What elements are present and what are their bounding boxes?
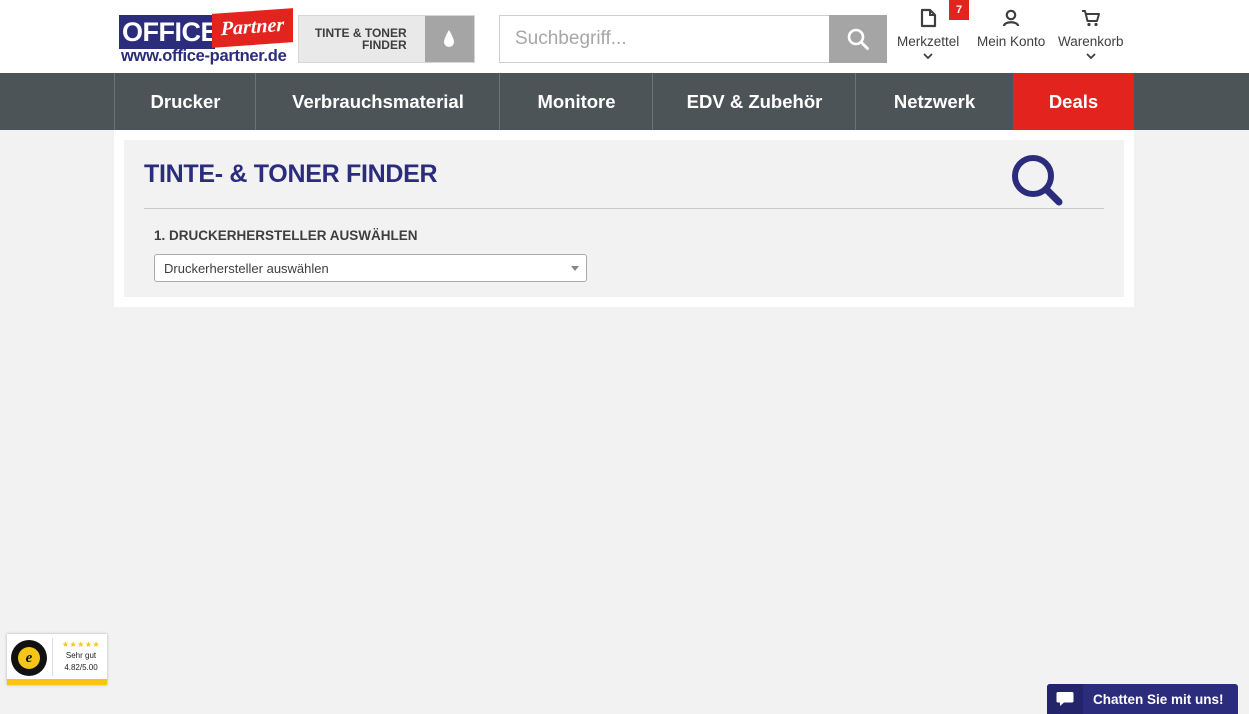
manufacturer-select-value: Druckerhersteller auswählen bbox=[164, 261, 329, 276]
chat-bubble-icon bbox=[1047, 684, 1083, 714]
main-navigation: Drucker Verbrauchsmaterial Monitore EDV … bbox=[0, 73, 1249, 130]
rating-text: Sehr gut bbox=[65, 651, 97, 660]
search-bar bbox=[499, 15, 887, 63]
badge-divider bbox=[52, 638, 53, 676]
cart-link[interactable]: Warenkorb bbox=[1058, 8, 1124, 61]
title-divider bbox=[144, 208, 1104, 209]
search-icon bbox=[1012, 155, 1063, 206]
finder-button-line2: FINDER bbox=[361, 38, 407, 52]
toner-finder-panel: TINTE- & TONER FINDER 1. DRUCKERHERSTELL… bbox=[124, 140, 1124, 297]
cart-label: Warenkorb bbox=[1058, 34, 1124, 49]
badge-accent-bar bbox=[7, 679, 107, 685]
ink-toner-finder-button[interactable]: TINTE & TONER FINDER bbox=[298, 15, 475, 63]
trusted-shops-badge[interactable]: e ★★★★★ Sehr gut 4.82/5.00 bbox=[7, 634, 107, 685]
nav-item-deals[interactable]: Deals bbox=[1013, 73, 1134, 130]
nav-item-edv-zubehoer[interactable]: EDV & Zubehör bbox=[652, 73, 856, 130]
logo-url-text: www.office-partner.de bbox=[121, 47, 287, 65]
chevron-down-icon bbox=[923, 53, 933, 60]
account-label: Mein Konto bbox=[977, 34, 1046, 49]
page-title: TINTE- & TONER FINDER bbox=[144, 160, 438, 188]
user-icon bbox=[1003, 9, 1020, 27]
ink-drop-icon bbox=[424, 16, 474, 62]
account-link[interactable]: Mein Konto bbox=[977, 8, 1045, 49]
nav-item-drucker[interactable]: Drucker bbox=[114, 73, 256, 130]
site-logo[interactable]: OFFICE Partner www.office-partner.de bbox=[119, 8, 293, 67]
trusted-shops-seal-icon: e bbox=[11, 640, 47, 676]
wishlist-label: Merkzettel bbox=[897, 34, 960, 49]
chevron-down-icon bbox=[1086, 53, 1096, 60]
chat-button[interactable]: Chatten Sie mit uns! bbox=[1047, 684, 1238, 714]
logo-partner-text: Partner bbox=[212, 8, 293, 48]
nav-item-verbrauchsmaterial[interactable]: Verbrauchsmaterial bbox=[255, 73, 500, 130]
logo-office-text: OFFICE bbox=[119, 15, 219, 49]
main-content: TINTE- & TONER FINDER 1. DRUCKERHERSTELL… bbox=[114, 130, 1134, 307]
wishlist-count-badge: 7 bbox=[949, 0, 969, 20]
step1-label: 1. DRUCKERHERSTELLER AUSWÄHLEN bbox=[154, 228, 418, 243]
document-icon bbox=[921, 8, 937, 28]
search-input[interactable] bbox=[499, 15, 829, 63]
search-icon bbox=[847, 28, 869, 50]
rating-score: 4.82/5.00 bbox=[64, 663, 98, 672]
search-button[interactable] bbox=[829, 15, 887, 63]
site-header: OFFICE Partner www.office-partner.de TIN… bbox=[0, 0, 1249, 73]
nav-item-monitore[interactable]: Monitore bbox=[499, 73, 653, 130]
manufacturer-select[interactable]: Druckerhersteller auswählen bbox=[154, 254, 587, 282]
dropdown-arrow-icon bbox=[571, 266, 579, 271]
rating-stars: ★★★★★ bbox=[61, 640, 101, 649]
chat-label: Chatten Sie mit uns! bbox=[1093, 691, 1224, 707]
nav-item-netzwerk[interactable]: Netzwerk bbox=[855, 73, 1013, 130]
cart-icon bbox=[1081, 10, 1100, 27]
finder-button-label: TINTE & TONER FINDER bbox=[299, 16, 425, 62]
